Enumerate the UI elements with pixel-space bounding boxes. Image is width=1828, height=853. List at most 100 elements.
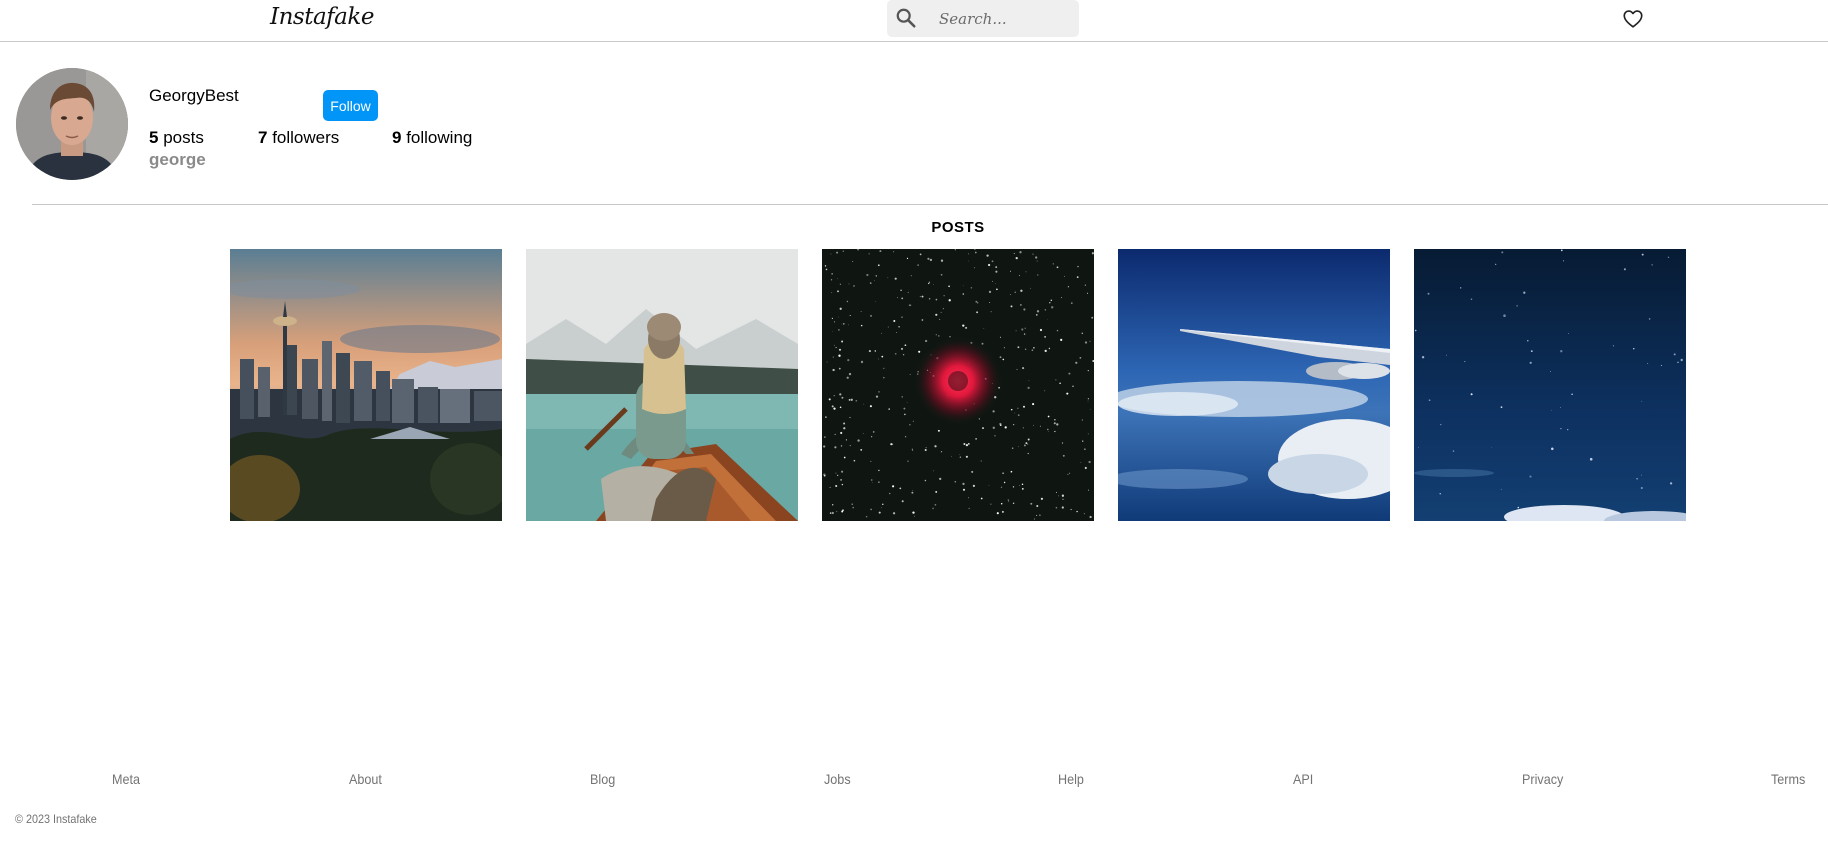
star-dot [1039,425,1041,427]
star-dot [904,413,906,416]
search-box[interactable] [887,0,1079,37]
post-thumbnail-red-nebula[interactable] [822,249,1094,521]
star-dot [1087,369,1089,372]
star-dot [949,335,951,338]
star-dot [1079,356,1082,359]
star-dot [1039,514,1041,517]
star-dot [901,500,904,503]
footer-link-blog[interactable]: Blog [590,771,615,787]
post-thumbnail-canoe-lake[interactable] [526,249,798,521]
star-dot [1651,264,1653,266]
star-dot [1010,270,1011,272]
star-dot [900,289,902,291]
star-dot [1010,470,1013,473]
star-dot [1641,474,1642,476]
star-dot [870,314,872,317]
star-dot [948,285,950,288]
star-dot [833,321,836,323]
star-dot [1030,502,1033,505]
footer-link-meta[interactable]: Meta [112,771,140,787]
star-dot [975,300,978,303]
star-dot [874,280,875,281]
star-dot [939,318,941,320]
posts-count-stat[interactable]: 5 posts [149,128,204,148]
star-dot [878,358,880,360]
star-dot [1067,286,1070,288]
footer-link-privacy[interactable]: Privacy [1522,771,1563,787]
star-dot [996,512,999,515]
star-dot [901,316,903,318]
star-dot [831,317,834,320]
following-stat[interactable]: 9 following [392,128,472,148]
star-dot [1000,486,1003,488]
star-dot [853,459,856,462]
star-dot [986,254,989,257]
star-dot [959,454,961,456]
star-dot [838,348,842,351]
footer-link-about[interactable]: About [349,771,382,787]
footer-link-jobs[interactable]: Jobs [824,771,851,787]
star-dot [895,332,897,334]
star-dot [1501,251,1504,254]
star-dot [1044,309,1046,311]
star-dot [823,473,826,476]
footer-link-terms[interactable]: Terms [1771,771,1805,787]
star-dot [1032,403,1035,406]
star-dot [933,470,934,472]
posts-count-label: posts [163,128,204,147]
star-dot [1039,328,1043,332]
star-dot [841,396,844,399]
search-input[interactable] [937,7,1071,31]
post-thumbnail-airplane-wing[interactable] [1118,249,1390,521]
star-dot [1529,361,1532,364]
star-dot [1076,276,1079,278]
follow-button[interactable]: Follow [323,90,378,121]
star-dot [1054,419,1056,421]
app-logo[interactable]: Instafake [270,4,374,30]
top-navigation-bar: Instafake [0,0,1828,42]
star-dot [1055,506,1058,509]
star-dot [1060,297,1063,299]
star-dot [938,335,940,337]
star-dot [907,291,909,293]
star-dot [1012,502,1015,505]
star-dot [869,282,872,284]
star-dot [1087,433,1089,435]
footer-link-api[interactable]: API [1293,771,1313,787]
star-dot [1091,316,1094,319]
star-dot [1063,275,1065,277]
star-dot [1047,318,1049,320]
star-dot [1089,340,1091,342]
star-dot [1062,454,1065,457]
star-dot [832,504,834,506]
star-dot [1428,399,1431,402]
star-dot [963,443,966,445]
profile-username: GeorgyBest [149,86,239,105]
star-dot [838,367,841,370]
star-dot [928,297,931,300]
star-dot [834,344,835,346]
post-thumbnail-night-sky[interactable] [1414,249,1686,521]
star-dot [999,336,1001,338]
star-dot [994,283,996,284]
star-dot [901,396,903,398]
star-dot [1016,369,1018,370]
heart-icon[interactable] [1622,8,1644,30]
star-dot [830,279,833,281]
star-dot [1036,310,1040,313]
star-dot [1440,423,1442,426]
star-dot [980,497,983,500]
star-dot [848,324,849,326]
star-dot [942,308,944,310]
star-dot [1036,504,1039,508]
star-dot [1560,249,1563,252]
star-dot [1035,256,1038,259]
star-dot [828,398,831,401]
footer-link-help[interactable]: Help [1058,771,1084,787]
post-thumbnail-city-skyline[interactable] [230,249,502,521]
star-dot [1636,477,1638,480]
followers-label: followers [272,128,340,147]
star-dot [1040,497,1043,500]
followers-stat[interactable]: 7 followers [258,128,339,148]
star-dot [887,277,889,279]
